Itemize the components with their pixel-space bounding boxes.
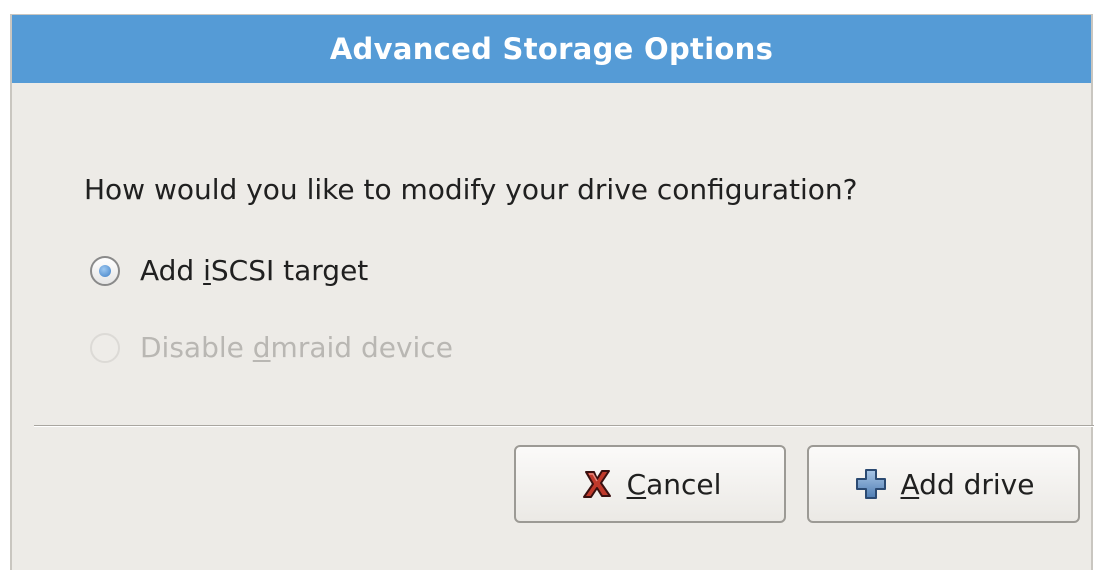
radio-disabled-icon: [90, 332, 120, 363]
option-add-iscsi-label: Add iSCSI target: [140, 254, 369, 287]
dialog-title: Advanced Storage Options: [12, 15, 1091, 83]
advanced-storage-dialog: Advanced Storage Options How would you l…: [10, 14, 1094, 570]
add-drive-button[interactable]: Add drive: [807, 445, 1080, 523]
button-separator: [34, 425, 1094, 427]
option-add-iscsi-target[interactable]: Add iSCSI target: [90, 254, 368, 287]
plus-add-icon: [853, 466, 889, 502]
radio-selected-icon[interactable]: [90, 255, 120, 286]
option-disable-dmraid-label: Disable dmraid device: [140, 331, 453, 364]
cancel-button[interactable]: Cancel: [514, 445, 786, 523]
option-disable-dmraid-device: Disable dmraid device: [90, 331, 453, 364]
cancel-button-label: Cancel: [626, 467, 722, 501]
question-text: How would you like to modify your drive …: [84, 173, 858, 206]
add-drive-button-label: Add drive: [900, 467, 1035, 501]
x-cancel-icon: [579, 466, 615, 502]
